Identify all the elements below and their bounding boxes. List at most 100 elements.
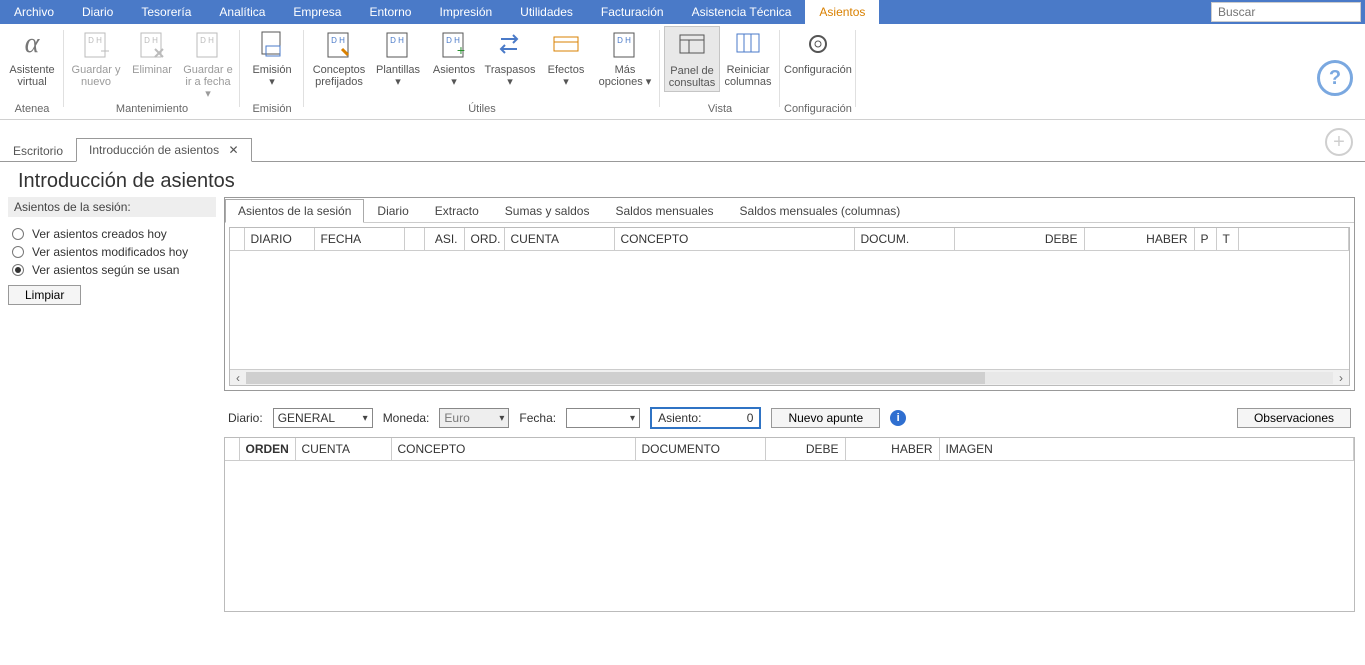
col-concepto[interactable]: CONCEPTO <box>614 228 854 251</box>
help-icon[interactable]: ? <box>1317 60 1353 96</box>
configuracion-button[interactable]: Configuración <box>787 26 849 78</box>
col-blank[interactable] <box>225 438 239 461</box>
subtab-saldos-col[interactable]: Saldos mensuales (columnas) <box>727 199 914 223</box>
col-docum[interactable]: DOCUM. <box>854 228 954 251</box>
ribbon-group-label: Útiles <box>308 103 656 115</box>
scroll-thumb[interactable] <box>246 372 985 384</box>
guardar-ir-fecha-button[interactable]: D H Guardar e ir a fecha ▾ <box>180 26 236 102</box>
add-tab-icon[interactable]: + <box>1325 128 1353 156</box>
col-fecha[interactable]: FECHA <box>314 228 404 251</box>
traspasos-button[interactable]: Traspasos▾ <box>482 26 538 90</box>
ribbon-label: Reiniciar columnas <box>722 64 774 88</box>
col-imagen[interactable]: IMAGEN <box>939 438 1354 461</box>
menu-empresa[interactable]: Empresa <box>279 0 355 24</box>
subtab-extracto[interactable]: Extracto <box>422 199 492 223</box>
subtab-diario[interactable]: Diario <box>364 199 421 223</box>
entry-form: Diario: GENERAL▾ Moneda: Euro▾ Fecha: ▾ … <box>228 407 1351 429</box>
col-documento[interactable]: DOCUMENTO <box>635 438 765 461</box>
diario-combo[interactable]: GENERAL▾ <box>273 408 373 428</box>
menu-analitica[interactable]: Analítica <box>205 0 279 24</box>
col-debe2[interactable]: DEBE <box>765 438 845 461</box>
scroll-track[interactable] <box>246 372 1333 384</box>
menu-asistencia[interactable]: Asistencia Técnica <box>678 0 806 24</box>
scroll-right-icon[interactable]: › <box>1333 371 1349 385</box>
conceptos-button[interactable]: D H Conceptos prefijados <box>308 26 370 90</box>
radio-modificados-hoy[interactable]: Ver asientos modificados hoy <box>8 243 216 261</box>
eliminar-button[interactable]: D H Eliminar <box>124 26 180 78</box>
col-blank2[interactable] <box>404 228 424 251</box>
svg-text:+: + <box>457 42 465 58</box>
ribbon-label: Asientos <box>433 64 475 76</box>
emision-button[interactable]: Emisión▾ <box>244 26 300 90</box>
radio-creados-hoy[interactable]: Ver asientos creados hoy <box>8 225 216 243</box>
observaciones-button[interactable]: Observaciones <box>1237 408 1351 428</box>
grid-body[interactable] <box>230 251 1349 369</box>
page-title: Introducción de asientos <box>0 162 1365 197</box>
tab-introduccion[interactable]: Introducción de asientos ✕ <box>76 138 252 162</box>
col-p[interactable]: P <box>1194 228 1216 251</box>
grid-body[interactable] <box>225 461 1354 611</box>
radio-segun-usan[interactable]: Ver asientos según se usan <box>8 261 216 279</box>
subtabs: Asientos de la sesión Diario Extracto Su… <box>225 198 1354 223</box>
menu-archivo[interactable]: Archivo <box>0 0 68 24</box>
menu-utilidades[interactable]: Utilidades <box>506 0 587 24</box>
menu-facturacion[interactable]: Facturación <box>587 0 678 24</box>
info-icon[interactable]: i <box>890 410 906 426</box>
guardar-nuevo-button[interactable]: D H Guardar y nuevo <box>68 26 124 90</box>
ribbon-group-label: Mantenimiento <box>68 103 236 115</box>
col-blank[interactable] <box>230 228 244 251</box>
asistente-virtual-button[interactable]: α Asistente virtual <box>4 26 60 90</box>
grid-bottom: ORDEN CUENTA CONCEPTO DOCUMENTO DEBE HAB… <box>224 437 1355 612</box>
ribbon-label: Conceptos prefijados <box>310 64 368 88</box>
col-debe[interactable]: DEBE <box>954 228 1084 251</box>
traspasos-icon <box>494 28 526 60</box>
efectos-button[interactable]: Efectos▾ <box>538 26 594 90</box>
ribbon-label: Guardar y nuevo <box>70 64 122 88</box>
plantillas-button[interactable]: D H Plantillas▾ <box>370 26 426 90</box>
h-scrollbar[interactable]: ‹ › <box>230 369 1349 385</box>
subtab-saldos-m[interactable]: Saldos mensuales <box>602 199 726 223</box>
combo-value: GENERAL <box>278 411 335 425</box>
tab-escritorio[interactable]: Escritorio <box>0 139 76 162</box>
subtab-sesion[interactable]: Asientos de la sesión <box>225 199 364 223</box>
caret-down-icon: ▾ <box>563 76 569 88</box>
col-haber[interactable]: HABER <box>1084 228 1194 251</box>
menu-tesoreria[interactable]: Tesorería <box>127 0 205 24</box>
nuevo-apunte-button[interactable]: Nuevo apunte <box>771 408 880 428</box>
col-ord[interactable]: ORD. <box>464 228 504 251</box>
asiento-value[interactable]: 0 <box>711 411 753 425</box>
col-diario[interactable]: DIARIO <box>244 228 314 251</box>
col-concepto2[interactable]: CONCEPTO <box>391 438 635 461</box>
reiniciar-columnas-button[interactable]: Reiniciar columnas <box>720 26 776 90</box>
limpiar-button[interactable]: Limpiar <box>8 285 81 305</box>
svg-text:D H: D H <box>88 36 102 45</box>
col-orden[interactable]: ORDEN <box>239 438 295 461</box>
mas-opciones-button[interactable]: D H Más opciones ▾ <box>594 26 656 90</box>
search-input[interactable] <box>1211 2 1361 22</box>
col-cuenta[interactable]: CUENTA <box>504 228 614 251</box>
emit-icon <box>256 28 288 60</box>
col-extra[interactable] <box>1238 228 1349 251</box>
subtab-sumas[interactable]: Sumas y saldos <box>492 199 603 223</box>
scroll-left-icon[interactable]: ‹ <box>230 371 246 385</box>
moneda-combo[interactable]: Euro▾ <box>439 408 509 428</box>
fecha-combo[interactable]: ▾ <box>566 408 640 428</box>
radio-label: Ver asientos según se usan <box>32 263 179 277</box>
close-icon[interactable]: ✕ <box>228 143 238 157</box>
ribbon-label: Guardar e ir a fecha <box>183 64 233 88</box>
col-t[interactable]: T <box>1216 228 1238 251</box>
col-haber2[interactable]: HABER <box>845 438 939 461</box>
asientos-icon: D H+ <box>438 28 470 60</box>
asientos-button[interactable]: D H+ Asientos▾ <box>426 26 482 90</box>
col-cuenta2[interactable]: CUENTA <box>295 438 391 461</box>
radio-label: Ver asientos modificados hoy <box>32 245 188 259</box>
menu-entorno[interactable]: Entorno <box>355 0 425 24</box>
menu-bar: Archivo Diario Tesorería Analítica Empre… <box>0 0 1365 24</box>
side-header: Asientos de la sesión: <box>8 197 216 217</box>
panel-consultas-button[interactable]: Panel de consultas <box>664 26 720 92</box>
menu-impresion[interactable]: Impresión <box>425 0 506 24</box>
menu-diario[interactable]: Diario <box>68 0 127 24</box>
caret-down-icon: ▾ <box>499 413 504 424</box>
menu-asientos[interactable]: Asientos <box>805 0 879 24</box>
col-asi[interactable]: ASI. <box>424 228 464 251</box>
